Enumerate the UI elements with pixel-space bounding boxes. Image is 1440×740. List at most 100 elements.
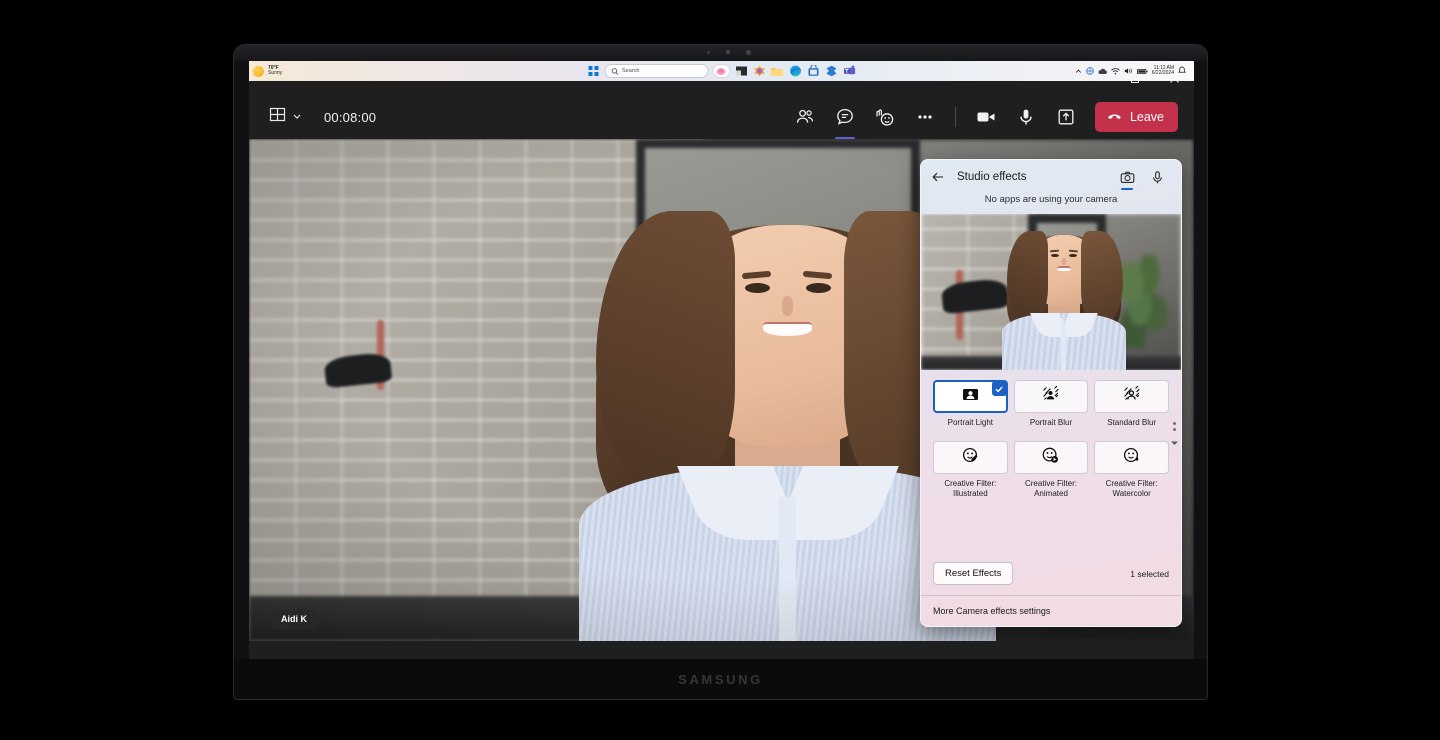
taskbar-app-copilot[interactable]	[712, 64, 730, 78]
filter-watercolor-icon	[1122, 446, 1141, 470]
effect-tile[interactable]	[1014, 441, 1089, 474]
laptop-screen: Aidi K	[249, 61, 1194, 661]
webcam-icon	[726, 50, 730, 54]
camera-icon[interactable]	[967, 101, 1005, 133]
search-icon	[611, 62, 618, 80]
more-camera-effects-settings-link[interactable]: More Camera effects settings	[933, 606, 1169, 616]
sensor-dot	[746, 50, 751, 55]
effect-tile[interactable]	[933, 441, 1008, 474]
battery-icon[interactable]	[1137, 62, 1148, 80]
search-placeholder: Search	[622, 68, 639, 74]
taskbar-app-edge[interactable]	[788, 64, 802, 78]
chat-icon[interactable]	[826, 101, 864, 133]
tab-camera[interactable]	[1113, 163, 1141, 191]
back-arrow-icon[interactable]	[931, 170, 951, 184]
taskbar-app-folder[interactable]	[770, 64, 784, 78]
notifications-icon[interactable]	[1178, 62, 1186, 80]
studio-effects-header: Studio effects	[921, 160, 1181, 194]
volume-icon[interactable]	[1124, 62, 1133, 80]
laptop-chin: SAMSUNG	[234, 659, 1207, 699]
more-icon[interactable]	[906, 101, 944, 133]
studio-effects-title: Studio effects	[957, 171, 1026, 183]
effect-label: Portrait Light	[948, 418, 993, 438]
effect-tile[interactable]	[1094, 441, 1169, 474]
taskbar-app-teams[interactable]	[842, 64, 856, 78]
meeting-toolbar: 00:08:00	[249, 95, 1194, 139]
reset-effects-button[interactable]: Reset Effects	[933, 562, 1013, 585]
preview-person	[999, 220, 1129, 370]
meeting-timer: 00:08:00	[324, 110, 376, 125]
weather-condition: Sunny	[268, 71, 282, 76]
studio-effects-footer: More Camera effects settings	[921, 595, 1181, 626]
camera-usage-status: No apps are using your camera	[921, 194, 1181, 214]
taskbar-clock[interactable]: 11:11 AM 6/22/2024	[1152, 66, 1174, 77]
samsung-logo: SAMSUNG	[678, 672, 763, 687]
tab-microphone[interactable]	[1143, 163, 1171, 191]
microphone-icon[interactable]	[1007, 101, 1045, 133]
effect-tile[interactable]	[1014, 380, 1089, 413]
laptop-top-bezel	[234, 45, 1207, 61]
search-input[interactable]: Search	[604, 64, 708, 78]
effects-scroll-indicator[interactable]	[1168, 422, 1180, 452]
effects-grid-wrapper: Portrait Light	[921, 370, 1181, 554]
windows-taskbar: 70°F Sunny	[249, 61, 1194, 81]
cloud-icon[interactable]	[1098, 62, 1107, 80]
leave-label: Leave	[1130, 110, 1164, 124]
portrait-blur-icon	[1041, 385, 1060, 409]
selected-check-icon	[992, 381, 1007, 396]
effect-portrait-light[interactable]: Portrait Light	[933, 380, 1008, 438]
teams-meeting-window: Aidi K	[249, 61, 1194, 641]
scroll-dot	[1173, 428, 1176, 431]
taskbar-center: Search	[587, 64, 856, 78]
effect-label: Creative Filter: Watercolor	[1094, 479, 1169, 499]
onedrive-icon[interactable]	[1086, 62, 1094, 80]
effect-standard-blur[interactable]: Standard Blur	[1094, 380, 1169, 438]
effect-label: Creative Filter: Animated	[1014, 479, 1089, 499]
chevron-down-icon	[292, 108, 302, 126]
effect-tile[interactable]	[933, 380, 1008, 413]
clock-date: 6/22/2024	[1152, 71, 1174, 76]
effect-tile[interactable]	[1094, 380, 1169, 413]
meeting-stage: Aidi K Studio effects	[249, 139, 1194, 641]
taskbar-app-photos[interactable]	[752, 64, 766, 78]
toolbar-actions: Leave	[786, 101, 1178, 133]
effect-label: Portrait Blur	[1030, 418, 1072, 438]
wifi-icon[interactable]	[1111, 62, 1120, 80]
windows-logo-icon	[589, 66, 599, 76]
weather-widget[interactable]: 70°F Sunny	[253, 66, 282, 77]
start-button[interactable]	[587, 65, 600, 78]
system-tray: 11:11 AM 6/22/2024	[1075, 62, 1190, 80]
selected-count-label: 1 selected	[1130, 569, 1169, 579]
effect-creative-watercolor[interactable]: Creative Filter: Watercolor	[1094, 441, 1169, 499]
effect-creative-animated[interactable]: Creative Filter: Animated	[1014, 441, 1089, 499]
effect-label: Standard Blur	[1107, 418, 1156, 438]
effect-portrait-blur[interactable]: Portrait Blur	[1014, 380, 1089, 438]
effect-creative-illustrated[interactable]: Creative Filter: Illustrated	[933, 441, 1008, 499]
studio-effects-tabs	[1113, 163, 1171, 191]
taskbar-app-file-explorer[interactable]	[734, 64, 748, 78]
show-hidden-icons-button[interactable]	[1075, 62, 1082, 80]
studio-effects-actions: Reset Effects 1 selected	[921, 554, 1181, 595]
weather-text: 70°F Sunny	[268, 66, 282, 77]
taskbar-app-store[interactable]	[806, 64, 820, 78]
share-screen-icon[interactable]	[1047, 101, 1085, 133]
portrait-light-icon	[961, 385, 980, 409]
effect-label: Creative Filter: Illustrated	[933, 479, 1008, 499]
camera-preview	[921, 214, 1181, 370]
chevron-down-icon[interactable]	[1170, 434, 1179, 452]
participant-name-badge: Aidi K	[271, 609, 317, 629]
taskbar-app-office[interactable]	[824, 64, 838, 78]
view-layout-button[interactable]	[265, 102, 306, 132]
filter-animated-icon	[1041, 446, 1060, 470]
laptop-device: Aidi K	[233, 44, 1208, 700]
grid-view-icon	[269, 106, 286, 128]
filter-illustrated-icon	[961, 446, 980, 470]
standard-blur-icon	[1122, 385, 1141, 409]
scroll-dot	[1173, 422, 1176, 425]
sensor-dot	[707, 51, 710, 54]
leave-button[interactable]: Leave	[1095, 102, 1178, 132]
people-icon[interactable]	[786, 101, 824, 133]
reactions-icon[interactable]	[866, 101, 904, 133]
sun-icon	[253, 66, 264, 77]
toolbar-divider	[955, 107, 956, 127]
